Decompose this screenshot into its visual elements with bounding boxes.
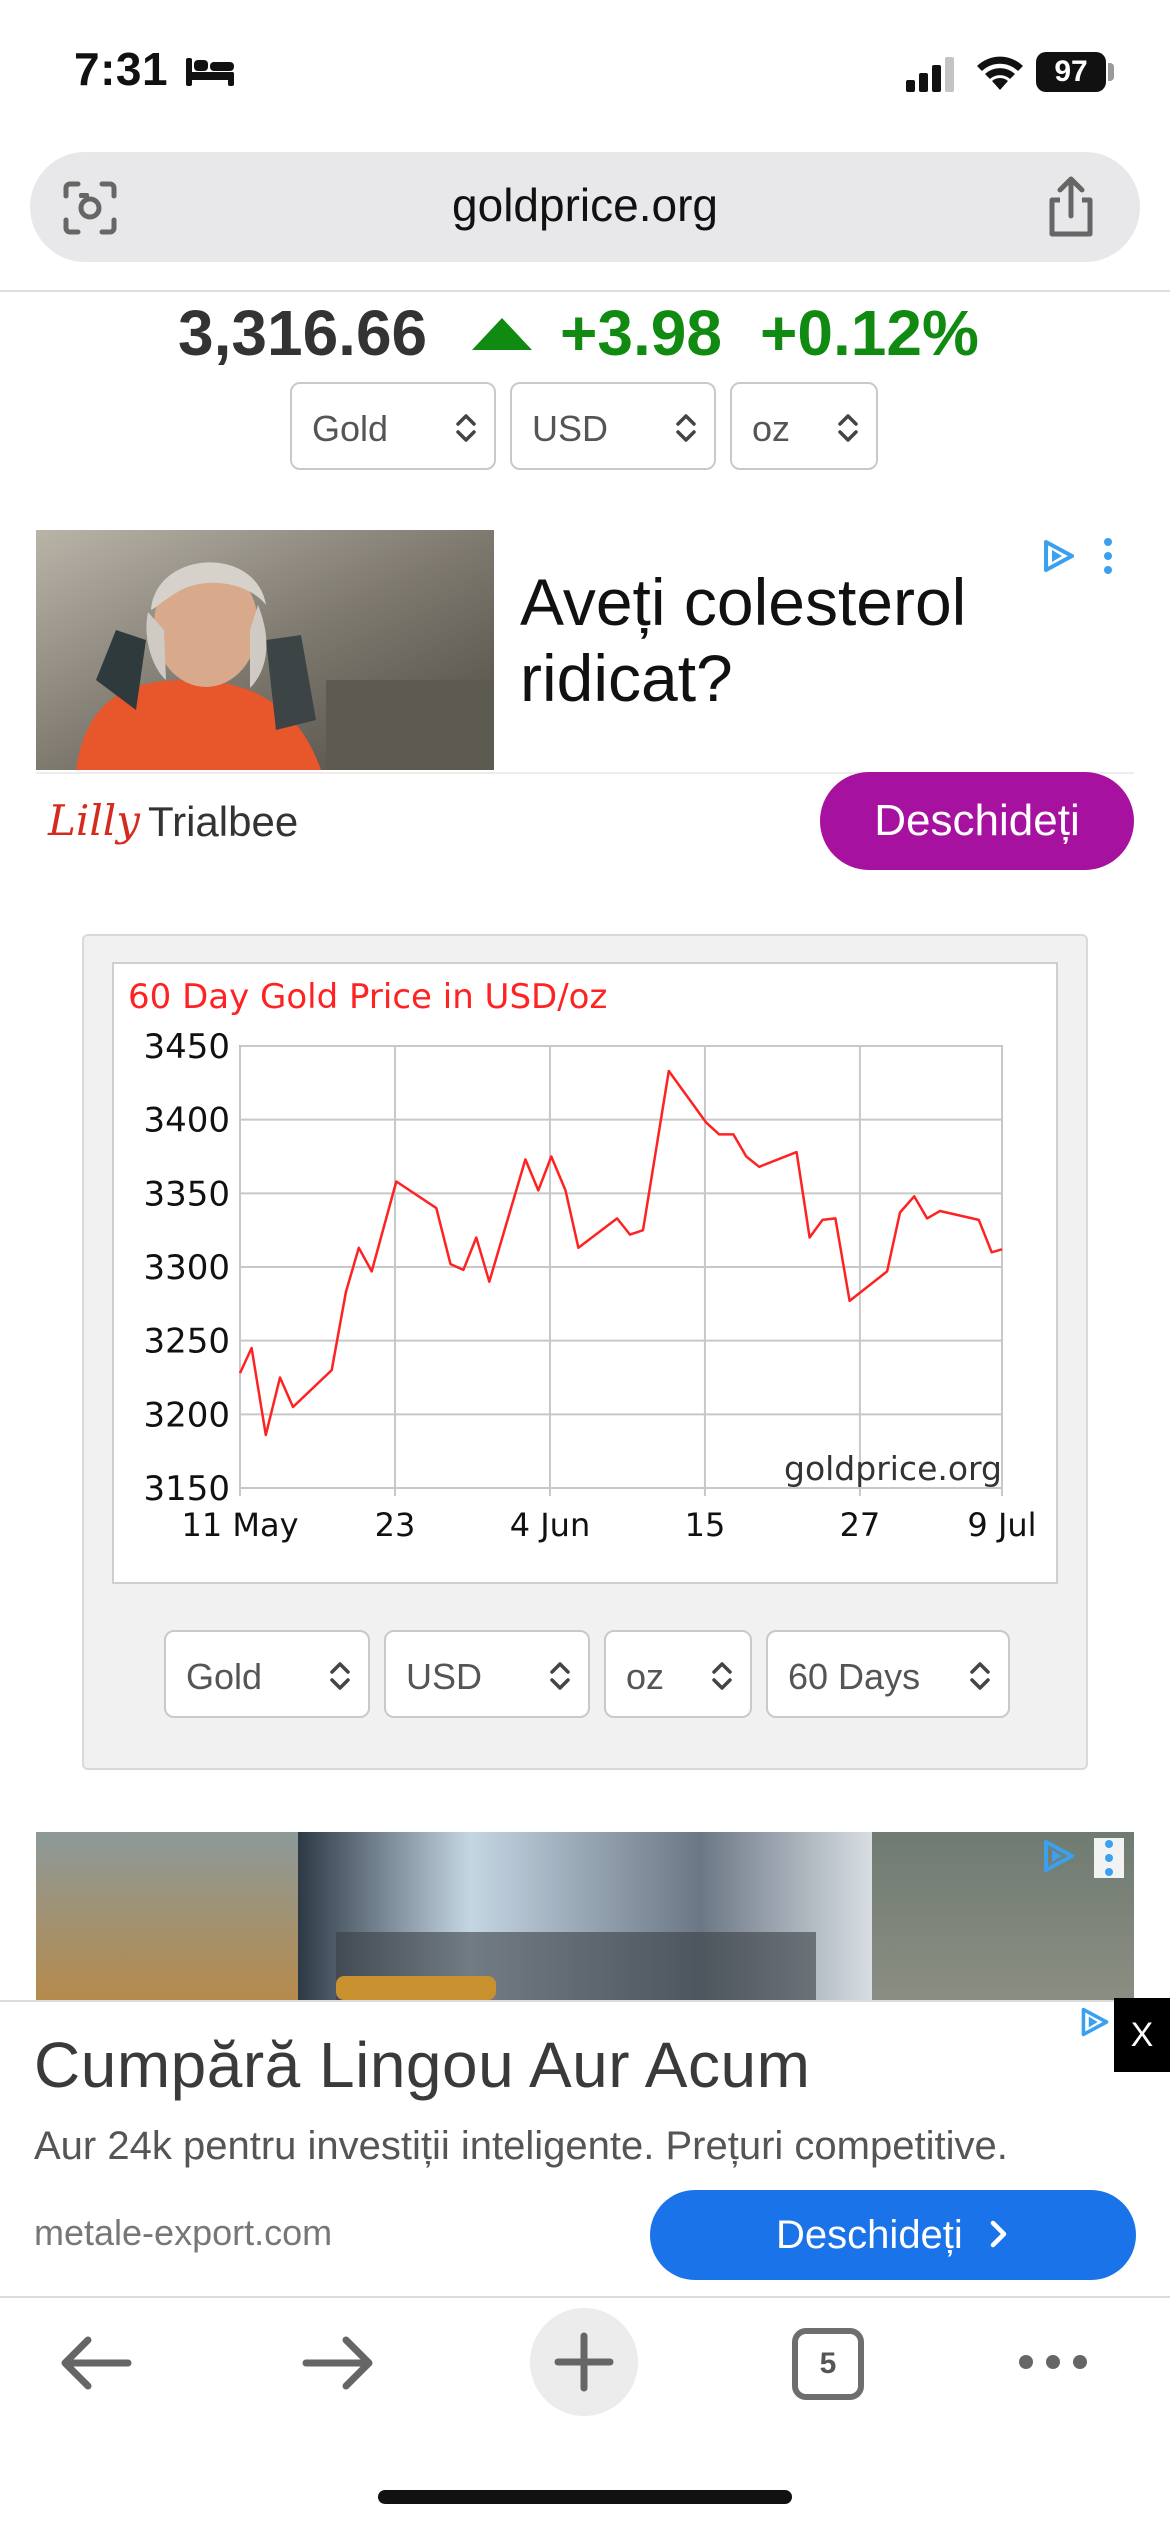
back-arrow-icon[interactable] — [58, 2334, 132, 2392]
forward-arrow-icon[interactable] — [302, 2334, 376, 2392]
up-arrow-icon — [472, 318, 532, 350]
chart-metal-select-value: Gold — [186, 1656, 263, 1697]
chevron-updown-icon — [970, 1662, 990, 1690]
ad2-photo — [36, 1832, 1134, 2000]
unit-select-value: oz — [752, 408, 791, 449]
ad1-title[interactable]: Aveți colesterol ridicat? — [520, 564, 1040, 716]
chevron-updown-icon — [676, 414, 696, 442]
chevron-right-icon — [990, 2221, 1007, 2248]
wifi-icon — [977, 56, 1023, 90]
chart-unit-select-value: oz — [626, 1656, 665, 1697]
tabs-icon[interactable]: 5 — [792, 2328, 864, 2400]
address-divider — [0, 290, 1170, 292]
chart-ytick-label: 3150 — [143, 1469, 230, 1509]
gold-price-chart: 60 Day Gold Price in USD/oz 3450 3400 3350… — [128, 977, 1037, 1544]
currency-select[interactable]: USD — [510, 382, 716, 470]
chart-range-select-value: 60 Days — [788, 1656, 921, 1697]
status-time: 7:31 — [74, 43, 169, 95]
ad-photo — [36, 530, 494, 770]
chart-ytick-label: 3200 — [143, 1395, 230, 1435]
price-change: +3.98 — [560, 297, 722, 369]
signal-icon — [906, 57, 954, 92]
chevron-updown-icon — [456, 414, 476, 442]
ad-menu-icon[interactable] — [1094, 1838, 1124, 1878]
chevron-updown-icon — [838, 414, 858, 442]
chart-series-line — [238, 1069, 1003, 1437]
home-indicator — [378, 2490, 792, 2504]
chart-ytick-label: 3350 — [143, 1174, 230, 1214]
banner-title[interactable]: Cumpără Lingou Aur Acum — [34, 2028, 810, 2102]
share-icon[interactable] — [1042, 176, 1100, 238]
ad-menu-icon[interactable] — [1098, 536, 1118, 576]
bed-icon — [186, 58, 234, 86]
ad2-image[interactable] — [36, 1832, 1134, 2000]
price-row: 3,316.66 +3.98 +0.12% — [0, 296, 1170, 380]
new-tab-button[interactable] — [530, 2308, 638, 2416]
new-tab-icon — [554, 2332, 614, 2392]
banner-open-button[interactable]: Deschideți — [650, 2190, 1136, 2280]
metal-select[interactable]: Gold — [290, 382, 496, 470]
chevron-updown-icon — [712, 1662, 732, 1690]
chart-xtick-label: 11 May — [181, 1506, 298, 1544]
ad-menu-dots — [1105, 1840, 1113, 1876]
lilly-logo: Lilly — [48, 796, 140, 845]
chart-ytick-label: 3450 — [143, 1027, 230, 1067]
more-icon[interactable] — [1016, 2350, 1090, 2374]
banner-subtitle: Aur 24k pentru investiții inteligente. P… — [34, 2124, 1008, 2168]
chart-metal-select[interactable]: Gold — [164, 1630, 370, 1718]
chart-unit-select[interactable]: oz — [604, 1630, 752, 1718]
chart-xtick-label: 23 — [375, 1506, 416, 1544]
chart-xtick-label: 9 Jul — [967, 1506, 1036, 1544]
chart-range-select[interactable]: 60 Days — [766, 1630, 1010, 1718]
adchoices-icon[interactable] — [1078, 2006, 1112, 2038]
chart-ytick-label: 3400 — [143, 1101, 230, 1141]
battery-icon: 97 — [1036, 52, 1106, 92]
chart-ytick-label: 3300 — [143, 1248, 230, 1288]
ad1-brand: Trialbee — [148, 798, 299, 845]
status-bar: 7:31 97 — [0, 0, 1170, 150]
banner-close-button[interactable]: X — [1114, 1998, 1170, 2072]
chart-currency-select[interactable]: USD — [384, 1630, 590, 1718]
chart-xtick-label: 4 Jun — [510, 1506, 591, 1544]
battery-tip — [1108, 63, 1114, 81]
chart-ytick-label: 3250 — [143, 1322, 230, 1362]
adchoices-icon[interactable] — [1040, 1838, 1078, 1874]
unit-select[interactable]: oz — [730, 382, 878, 470]
adchoices-icon[interactable] — [1040, 538, 1078, 574]
price-value: 3,316.66 — [178, 297, 428, 369]
metal-select-value: Gold — [312, 408, 389, 449]
ad-image-hiker[interactable] — [36, 530, 494, 770]
price-percent: +0.12% — [760, 297, 979, 369]
currency-select-value: USD — [532, 408, 609, 449]
url-text[interactable]: goldprice.org — [0, 178, 1170, 232]
ad1-open-button[interactable]: Deschideți — [820, 772, 1134, 870]
banner-open-label: Deschideți — [776, 2213, 963, 2257]
chart-watermark: goldprice.org — [784, 1449, 1002, 1488]
chart-currency-select-value: USD — [406, 1656, 483, 1697]
chevron-updown-icon — [330, 1662, 350, 1690]
banner-domain: metale-export.com — [34, 2212, 333, 2253]
chevron-updown-icon — [550, 1662, 570, 1690]
chart-title: 60 Day Gold Price in USD/oz — [128, 977, 607, 1017]
chart-xtick-label: 27 — [840, 1506, 881, 1544]
page: 7:31 97 goldprice.org 3,316.66 +3.98 +0.… — [0, 0, 1170, 2532]
chart-xtick-label: 15 — [685, 1506, 726, 1544]
